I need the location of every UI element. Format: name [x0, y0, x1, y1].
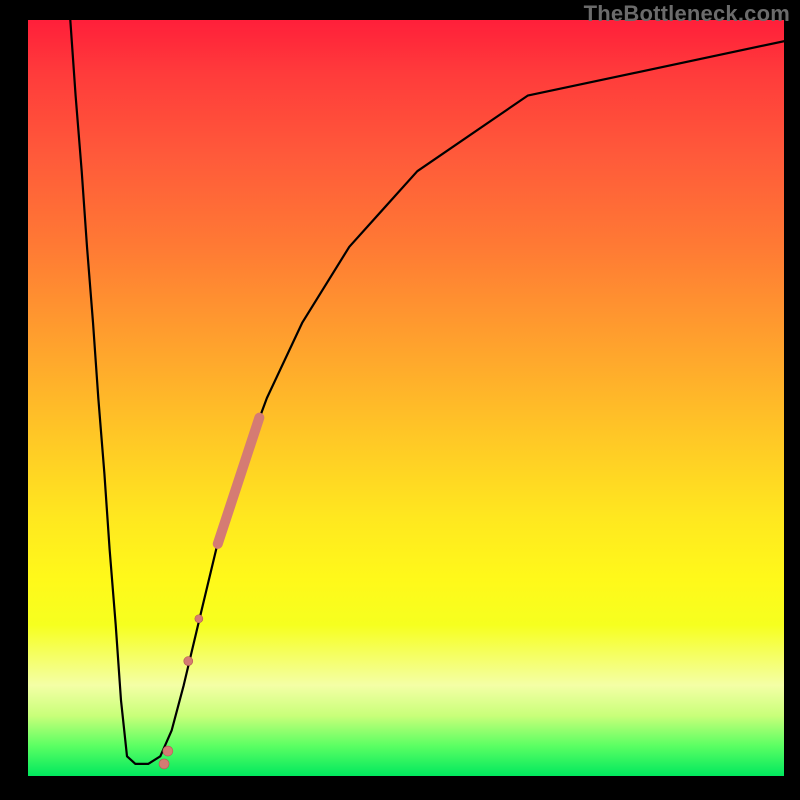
watermark-label: TheBottleneck.com	[584, 1, 790, 27]
plot-area	[28, 20, 784, 776]
bottleneck-curve	[70, 20, 784, 764]
chart-overlay	[28, 20, 784, 776]
bead-markers	[159, 418, 259, 769]
chart-stage: TheBottleneck.com	[0, 0, 800, 800]
